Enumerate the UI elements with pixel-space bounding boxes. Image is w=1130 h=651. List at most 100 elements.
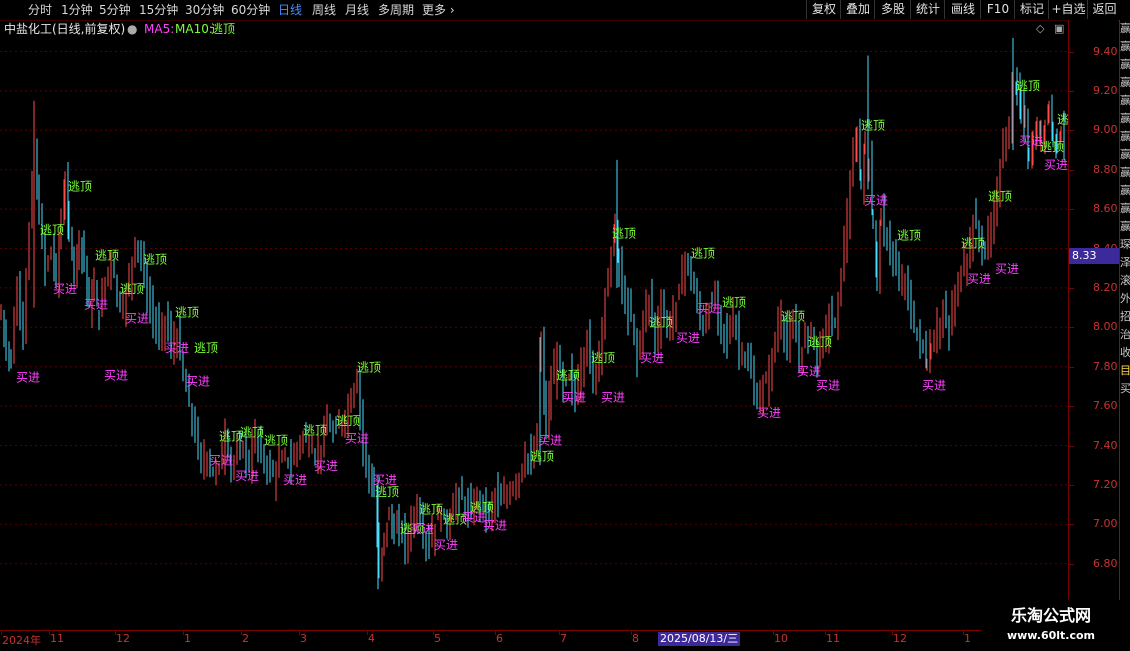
sell-signal-48: 逃顶 (781, 309, 805, 323)
buy-signal-44: 买进 (676, 331, 700, 345)
sell-signal-60: 逃顶 (988, 189, 1012, 203)
tool-button-8[interactable]: 返回 (1087, 0, 1121, 19)
sell-signal-4: 逃顶 (95, 248, 119, 262)
tool-button-3[interactable]: 统计 (910, 0, 945, 19)
period-tab-1[interactable]: 1分钟 (61, 0, 93, 20)
strip-char-11: 赢 (1120, 220, 1130, 233)
sell-signal-41: 逃顶 (612, 227, 636, 241)
watermark-url: www.60lt.com (1006, 629, 1096, 642)
strip-char-13: 泽 (1120, 256, 1130, 269)
sell-signal-57: 逃顶 (961, 237, 985, 251)
sell-signal-8: 逃顶 (175, 306, 199, 320)
period-tab-10[interactable]: 更多 › (422, 0, 455, 20)
time-label-4: 2 (242, 632, 249, 645)
price-tick-mark-12 (1068, 524, 1074, 526)
price-tick-mark-6 (1068, 287, 1074, 289)
buy-signal-29: 买进 (410, 522, 434, 536)
time-label-3: 1 (184, 632, 191, 645)
sell-signal-24: 逃顶 (357, 361, 381, 375)
strip-char-20: 买 (1120, 382, 1130, 395)
price-tick-mark-3 (1068, 169, 1074, 171)
buy-signal-54: 买进 (864, 193, 888, 207)
current-price-tag: 8.33 (1069, 248, 1120, 264)
watermark: 乐淘公式网 www.60lt.com (981, 600, 1121, 650)
strip-char-17: 治 (1120, 328, 1130, 341)
strip-char-16: 招 (1120, 310, 1130, 323)
price-tick-8: 7.80 (1093, 359, 1118, 373)
buy-signal-19: 买进 (209, 453, 233, 467)
sell-signal-17: 逃顶 (303, 424, 327, 438)
price-tick-mark-4 (1068, 209, 1074, 211)
sell-signal-16: 逃顶 (264, 434, 288, 448)
kline-chart[interactable]: 逃顶逃顶买进买进逃顶逃顶逃顶买进 逃顶买进 逃顶买进买进 买进逃顶逃顶逃顶逃顶逃顶买进… (0, 38, 1068, 630)
strip-char-8: 赢 (1120, 166, 1130, 179)
ma5-label: MA5: (144, 22, 175, 36)
sell-signal-49: 逃顶 (808, 335, 832, 349)
tool-button-4[interactable]: 画线 (944, 0, 981, 19)
period-tab-2[interactable]: 5分钟 (99, 0, 131, 20)
sell-signal-61: 逃顶 (1016, 79, 1040, 93)
strip-char-9: 赢 (1120, 184, 1130, 197)
tool-button-0[interactable]: 复权 (806, 0, 841, 19)
time-label-12: 11 (826, 632, 840, 645)
strip-char-3: 赢 (1120, 76, 1130, 89)
time-label-14: 1 (964, 632, 971, 645)
sell-signal-63: 逃顶 (1040, 140, 1064, 154)
period-tab-9[interactable]: 多周期 (378, 0, 414, 20)
sell-signal-39: 逃顶 (591, 351, 615, 365)
sell-signal-15: 逃顶 (240, 426, 264, 440)
period-tab-5[interactable]: 60分钟 (231, 0, 270, 20)
buy-signal-30: 买进 (434, 538, 458, 552)
window-icon[interactable]: ▣ (1054, 22, 1064, 35)
buy-signal-11: 买进 (186, 374, 210, 388)
buy-signal-36: 买进 (538, 434, 562, 448)
time-label-2: 12 (116, 632, 130, 645)
strip-char-14: 滚 (1120, 274, 1130, 287)
time-axis: 2024年 11 12 1 2 3 4 5 6 7 8 10 11 12 1 2025/08/13/三 (0, 630, 1068, 651)
period-tab-7[interactable]: 周线 (312, 0, 336, 20)
sell-signal-1: 逃顶 (40, 223, 64, 237)
sell-signal-27: 逃顶 (419, 503, 443, 517)
time-label-10: 8 (632, 632, 639, 645)
period-tab-3[interactable]: 15分钟 (139, 0, 178, 20)
period-tab-6[interactable]: 日线 (278, 0, 302, 20)
price-tick-1: 9.20 (1093, 83, 1118, 97)
buy-signal-21: 买进 (283, 473, 307, 487)
sell-signal-26: 逃顶 (375, 485, 399, 499)
price-tick-13: 6.80 (1093, 556, 1118, 570)
tool-button-2[interactable]: 多股 (874, 0, 911, 19)
price-tick-mark-0 (1068, 51, 1074, 53)
diamond-icon[interactable]: ◇ (1036, 22, 1044, 35)
time-label-8: 6 (496, 632, 503, 645)
settings-circle-icon[interactable]: ● (127, 21, 137, 37)
sell-signal-18: 逃顶 (336, 414, 360, 428)
price-tick-2: 9.00 (1093, 123, 1118, 137)
watermark-title: 乐淘公式网 (1010, 606, 1091, 625)
tool-button-1[interactable]: 叠加 (840, 0, 875, 19)
time-label-1: 11 (50, 632, 64, 645)
buy-signal-2: 买进 (53, 282, 77, 296)
buy-signal-58: 买进 (967, 272, 991, 286)
strip-char-1: 赢 (1120, 40, 1130, 53)
price-tick-11: 7.20 (1093, 477, 1118, 491)
tool-button-5[interactable]: F10 (980, 0, 1015, 19)
price-tick-mark-13 (1068, 563, 1074, 565)
price-tick-mark-8 (1068, 366, 1074, 368)
period-tab-8[interactable]: 月线 (345, 0, 369, 20)
price-tick-mark-9 (1068, 406, 1074, 408)
tool-button-6[interactable]: 标记 (1014, 0, 1049, 19)
buy-signal-34: 买进 (483, 518, 507, 532)
period-tab-0[interactable]: 分时 (28, 0, 52, 20)
tool-button-7[interactable]: +自选 (1048, 0, 1088, 19)
stock-title: 中盐化工(日线,前复权) (4, 22, 126, 36)
sell-signal-35: 逃顶 (530, 449, 554, 463)
strip-char-18: 收 (1120, 346, 1130, 359)
price-tick-mark-11 (1068, 484, 1074, 486)
period-tab-4[interactable]: 30分钟 (185, 0, 224, 20)
strip-char-4: 赢 (1120, 94, 1130, 107)
sell-signal-6: 逃顶 (143, 252, 167, 266)
buy-signal-9: 买进 (165, 341, 189, 355)
right-info-strip: 赢赢赢赢赢赢赢赢赢赢赢赢琛泽滚外招治收目买 (1119, 20, 1130, 630)
strip-char-5: 赢 (1120, 112, 1130, 125)
price-tick-0: 9.40 (1093, 44, 1118, 58)
